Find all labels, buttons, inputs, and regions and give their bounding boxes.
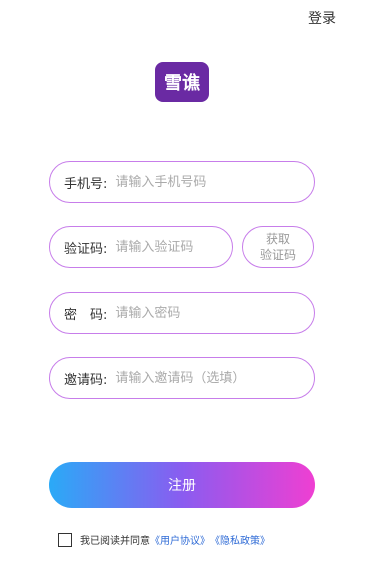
agreement-checkbox[interactable] bbox=[58, 532, 72, 547]
verification-code-field: 验证码: bbox=[49, 226, 233, 268]
get-code-label: 获取 验证码 bbox=[259, 232, 296, 262]
verification-code-label: 验证码: bbox=[64, 241, 108, 257]
agreement-row: 我已阅读并同意 《用户协议》 《隐私政策》 bbox=[58, 532, 270, 547]
register-label: 注册 bbox=[168, 478, 196, 494]
logo-mark: 雪谯 bbox=[155, 62, 209, 102]
invite-code-field: 邀请码: bbox=[49, 357, 315, 399]
login-link[interactable]: 登录 bbox=[308, 8, 336, 28]
register-page: 登录 雪谯 手机号: 验证码: 获取 验证码 密 码: 邀请码: 注册 我已阅读… bbox=[0, 0, 376, 567]
verification-code-input[interactable] bbox=[113, 238, 218, 256]
user-agreement-link[interactable]: 《用户协议》 bbox=[150, 532, 210, 547]
invite-code-label: 邀请码: bbox=[64, 372, 108, 388]
logo-text: 雪谯 bbox=[164, 73, 200, 94]
invite-code-input[interactable] bbox=[113, 369, 300, 387]
phone-input[interactable] bbox=[113, 173, 300, 191]
password-field: 密 码: bbox=[49, 292, 315, 334]
phone-label: 手机号: bbox=[64, 176, 108, 192]
register-button[interactable]: 注册 bbox=[49, 462, 315, 508]
password-label: 密 码: bbox=[64, 307, 108, 323]
password-input[interactable] bbox=[113, 304, 300, 322]
phone-field: 手机号: bbox=[49, 161, 315, 203]
privacy-policy-link[interactable]: 《隐私政策》 bbox=[210, 532, 270, 547]
agreement-prefix: 我已阅读并同意 bbox=[80, 536, 150, 547]
app-logo: 雪谯 bbox=[155, 62, 209, 108]
get-code-button[interactable]: 获取 验证码 bbox=[242, 226, 314, 268]
